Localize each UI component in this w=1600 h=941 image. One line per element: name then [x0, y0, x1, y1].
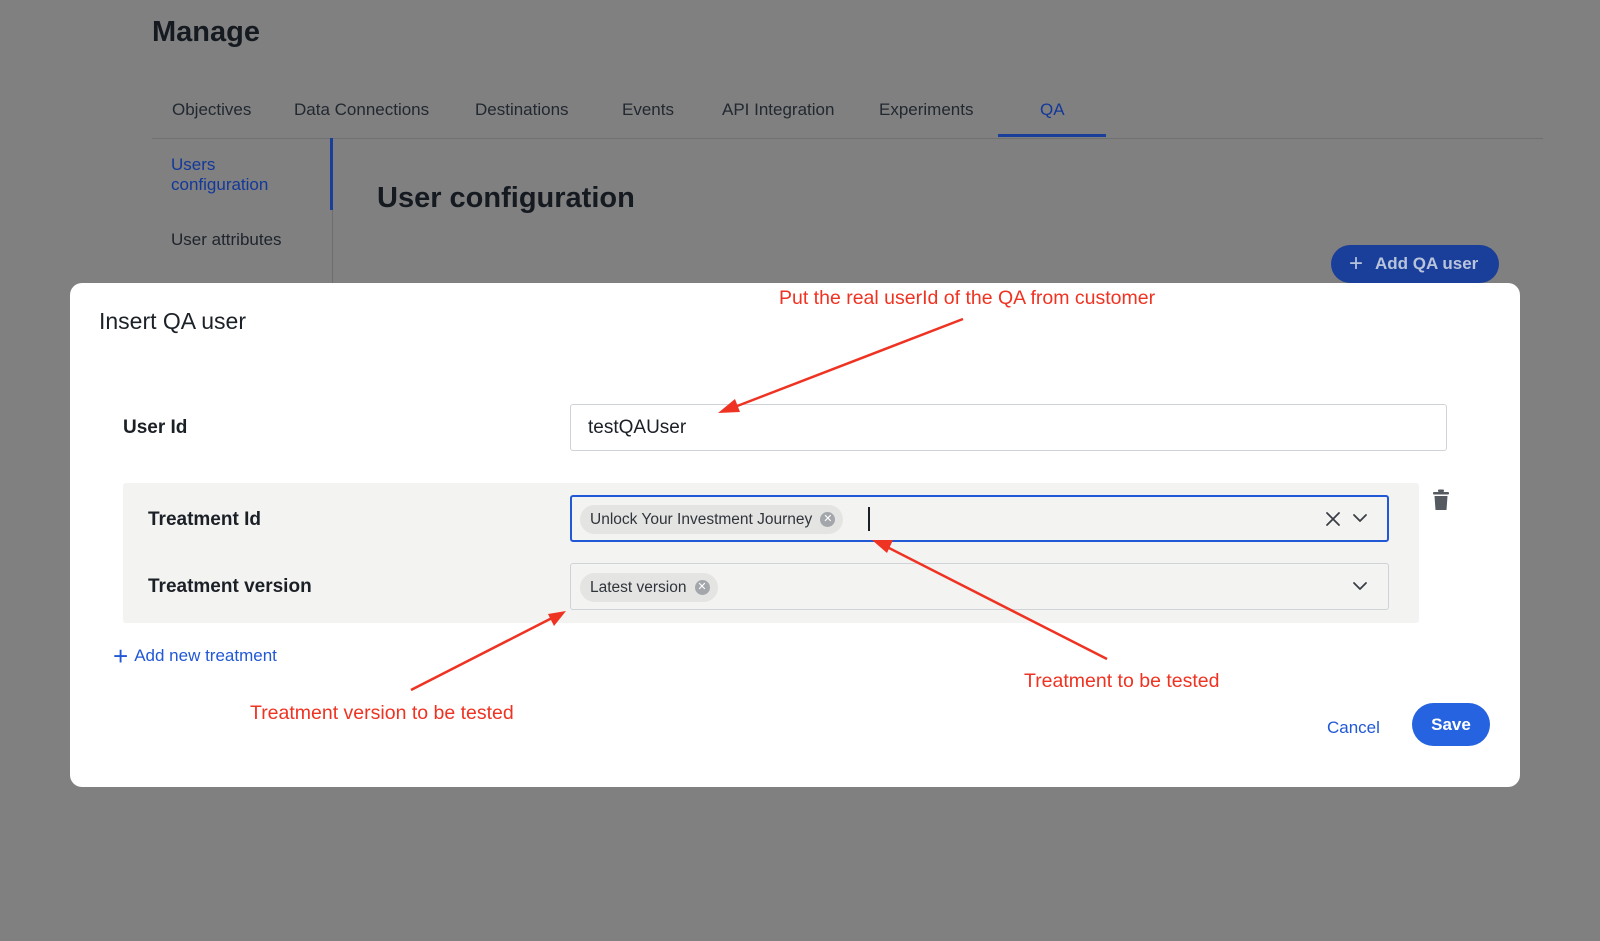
arrowhead [872, 540, 893, 553]
arrow-to-treatment-id [886, 545, 1108, 661]
arrowhead [548, 611, 566, 626]
arrow-to-user-id [731, 317, 964, 410]
arrow-to-treatment-version [410, 616, 553, 692]
arrowhead [718, 399, 740, 413]
annotation-arrows [410, 317, 1108, 692]
